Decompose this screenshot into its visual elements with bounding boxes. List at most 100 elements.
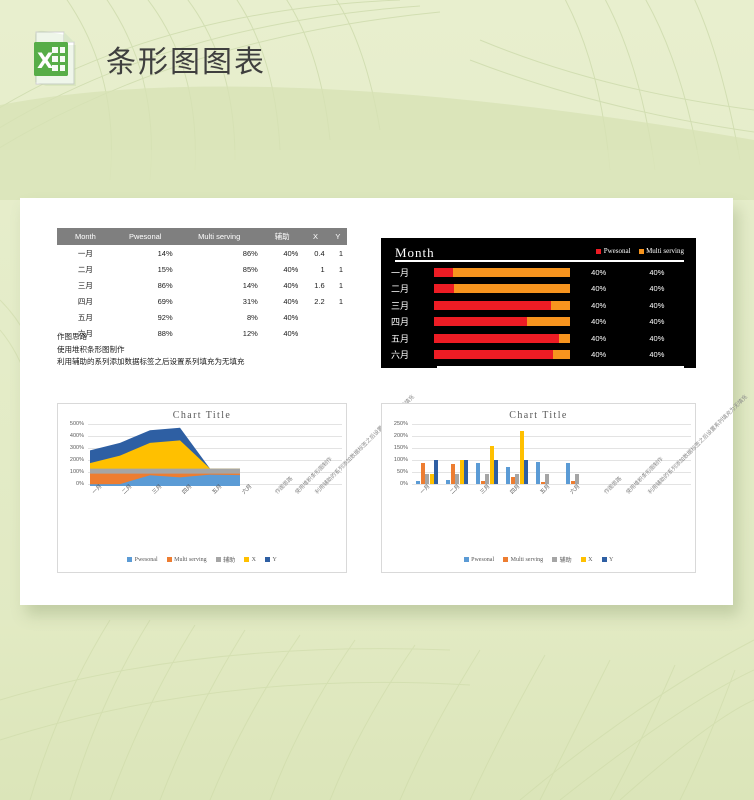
y-tick: 400% [69, 433, 84, 439]
bar-segment-pwesonal [433, 317, 528, 327]
row-bar [433, 267, 570, 277]
row-month-label: 一月 [391, 268, 410, 279]
bar-group [566, 462, 579, 484]
page-header: X 条形图图表 [30, 28, 266, 90]
legend-item-aux: 辅助 [215, 555, 236, 564]
legend-label: X [588, 556, 593, 563]
chart-legend: Pwesonal Multi serving 辅助 X Y [58, 555, 346, 564]
cell-aux: 40% [283, 296, 299, 306]
row-month-label: 三月 [391, 301, 410, 312]
row-month-label: 六月 [391, 351, 410, 362]
legend-item-x: X [244, 557, 256, 563]
row-data-label-1: 40% [591, 267, 607, 277]
bar-segment-multi [558, 333, 570, 343]
y-tick: 0% [76, 481, 84, 487]
legend-label: Multi serving [174, 556, 207, 563]
dark-chart-row: 一月 40% 40% [391, 264, 686, 281]
y-tick: 250% [393, 421, 408, 427]
legend-item-x: X [580, 556, 593, 563]
cell-y [329, 309, 347, 325]
y-tick: 300% [69, 445, 84, 451]
legend-item-multi-serving: Multi serving [166, 556, 207, 563]
bar-segment-pwesonal [433, 333, 559, 343]
row-data-label-1: 40% [591, 317, 607, 327]
dark-chart-title: Month [395, 245, 435, 260]
dark-chart-axis-line [437, 366, 684, 368]
cell-x [302, 309, 328, 325]
column-header-x: X [302, 228, 329, 245]
bar-y [434, 460, 438, 484]
cell-x: 2.2 [314, 296, 325, 306]
table-row: 五月 92% 8% 40% [57, 309, 347, 325]
cell-x [302, 325, 328, 341]
bar-pwesonal [566, 462, 570, 484]
area-series [90, 427, 240, 486]
y-tick: 0% [400, 481, 408, 487]
cell-y [329, 325, 347, 341]
row-bar [433, 300, 570, 310]
cell-pwesonal: 69% [157, 296, 173, 306]
cell-month: 一月 [77, 248, 93, 258]
dark-chart-row: 五月 40% 40% [391, 330, 686, 347]
legend-swatch-icon [601, 557, 607, 562]
legend-label: 辅助 [559, 558, 572, 564]
legend-item-pwesonal: Pwesonal [596, 247, 631, 255]
cell-pwesonal: 92% [157, 312, 173, 322]
note-line-2: 使用堆积条形图制作 [57, 344, 125, 354]
bar-y [494, 460, 498, 484]
dark-chart-header: Month Pwesonal Multi serving [391, 245, 686, 262]
cell-y: 1 [338, 296, 343, 306]
bar-segment-multi [454, 284, 570, 294]
legend-item-pwesonal: Pwesonal [127, 557, 158, 563]
cell-pwesonal: 86% [157, 280, 173, 290]
legend-label: 辅助 [223, 558, 236, 564]
cell-multi: 8% [246, 312, 258, 322]
cell-pwesonal: 14% [157, 248, 173, 258]
row-bar [433, 284, 570, 294]
chart-legend: Pwesonal Multi serving 辅助 X Y [382, 555, 695, 564]
cell-multi: 31% [242, 296, 258, 306]
bar-x [429, 474, 434, 484]
row-data-label-1: 40% [591, 300, 607, 310]
bar-group [536, 461, 549, 484]
chart-title: Chart Title [509, 410, 568, 421]
excel-icon: X [30, 28, 88, 90]
bar-segment-multi [550, 300, 570, 310]
bar-multi [450, 463, 455, 484]
y-tick: 500% [69, 421, 84, 427]
notes-block: 作图思路 使用堆积条形图制作 利用辅助的系列添加数据标签之后设置系列填充为无填充 [57, 331, 245, 369]
cell-multi: 85% [242, 264, 258, 274]
y-axis-labels: 0% 100% 200% 300% 400% 500% [58, 421, 86, 487]
cell-month: 五月 [77, 312, 93, 322]
table-row: 四月 69% 31% 40% 2.2 1 [57, 293, 347, 309]
row-data-label-2: 40% [649, 317, 665, 327]
table-row: 一月 14% 86% 40% 0.4 1 [57, 245, 347, 261]
dark-chart-row: 六月 40% 40% [391, 347, 686, 364]
bar-pwesonal [446, 480, 450, 484]
svg-text:X: X [37, 49, 53, 73]
bar-x [519, 431, 524, 484]
row-bar [433, 317, 570, 327]
row-data-label-1: 40% [591, 333, 607, 343]
cell-month: 四月 [77, 296, 93, 306]
y-tick: 200% [393, 433, 408, 439]
cell-y: 1 [338, 264, 343, 274]
bar-pwesonal [416, 480, 420, 484]
row-data-label-2: 40% [649, 267, 665, 277]
row-month-label: 五月 [391, 334, 410, 345]
y-tick: 150% [393, 445, 408, 451]
cell-y: 1 [338, 280, 343, 290]
legend-item-aux: 辅助 [552, 555, 572, 564]
cell-aux: 40% [283, 248, 299, 258]
dark-stacked-bar-chart: Month Pwesonal Multi serving 一月 40% 40% … [381, 238, 696, 368]
row-data-label-1: 40% [591, 284, 607, 294]
legend-item-multi-serving: Multi serving [503, 557, 543, 563]
column-header-aux: 辅助 [261, 228, 303, 245]
cell-multi: 14% [242, 280, 258, 290]
bar-x [459, 460, 464, 484]
legend-swatch-icon [596, 248, 602, 254]
column-header-multi-serving: Multi serving [176, 228, 262, 245]
note-line-1: 作图思路 [57, 332, 87, 341]
row-month-label: 二月 [391, 285, 410, 296]
cell-multi: 86% [242, 248, 258, 258]
